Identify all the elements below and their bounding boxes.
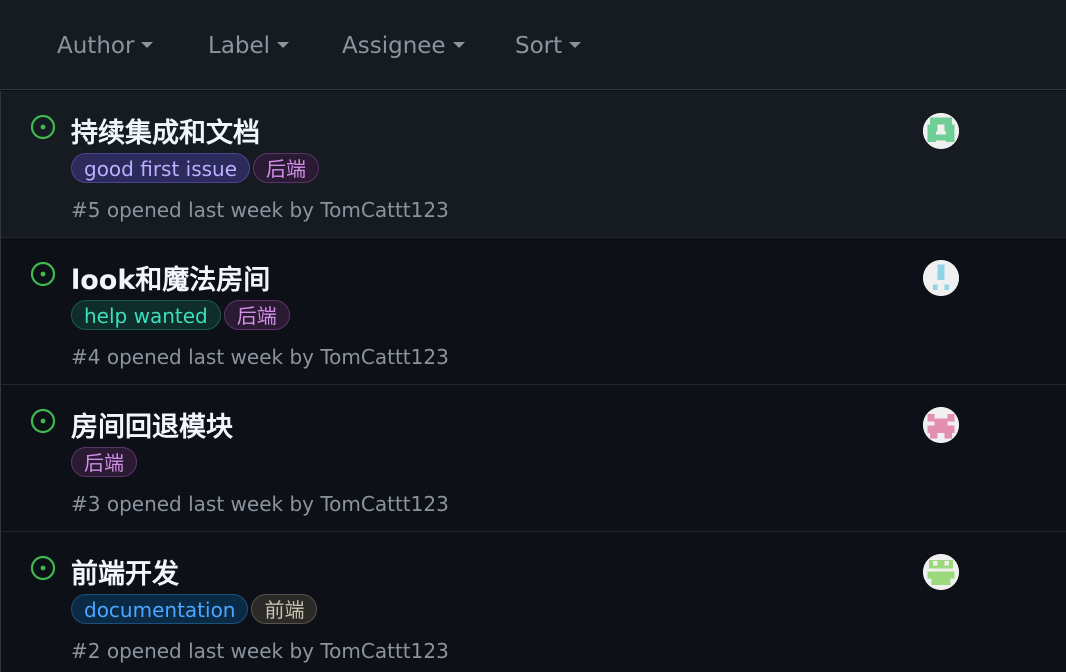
label-good-first-issue[interactable]: good first issue: [71, 153, 251, 183]
issues-page: Author Label Assignee Sort 持续集成和文档 good …: [0, 0, 1066, 672]
issue-number: #4: [71, 345, 101, 369]
label-filter-dropdown[interactable]: Label: [208, 30, 290, 62]
issue-opened-icon: [30, 555, 56, 581]
assignee-filter-dropdown[interactable]: Assignee: [342, 30, 465, 62]
issues-filter-toolbar: Author Label Assignee Sort: [0, 0, 1066, 90]
label-backend[interactable]: 后端: [223, 300, 290, 330]
issue-number: #5: [71, 198, 101, 222]
issue-labels: good first issue 后端: [71, 153, 322, 183]
issue-row[interactable]: 持续集成和文档 good first issue 后端 #5 opened las…: [0, 91, 1066, 238]
issue-meta: #3 opened last week by TomCattt123: [71, 492, 449, 516]
issue-list: 持续集成和文档 good first issue 后端 #5 opened las…: [0, 91, 1066, 672]
sort-dropdown[interactable]: Sort: [515, 30, 582, 62]
avatar-identicon-pink[interactable]: [923, 407, 959, 443]
avatar-identicon-lightgreen[interactable]: [923, 554, 959, 590]
issue-number: #2: [71, 639, 101, 663]
issue-opened-icon: [30, 261, 56, 287]
issue-meta: #2 opened last week by TomCattt123: [71, 639, 449, 663]
issue-labels: 后端: [71, 447, 140, 477]
avatar-identicon-green[interactable]: [923, 113, 959, 149]
issue-title-link[interactable]: look和魔法房间: [71, 258, 270, 297]
label-frontend[interactable]: 前端: [251, 594, 318, 624]
author-filter-dropdown[interactable]: Author: [57, 30, 154, 62]
issue-title-link[interactable]: 房间回退模块: [71, 405, 233, 444]
chevron-down-icon: [452, 41, 465, 48]
issue-title-link[interactable]: 持续集成和文档: [71, 111, 260, 150]
issue-labels: help wanted 后端: [71, 300, 293, 330]
chevron-down-icon: [569, 41, 582, 48]
issue-opened-text: opened last week by: [106, 492, 314, 516]
label-help-wanted[interactable]: help wanted: [71, 300, 221, 330]
avatar-identicon-lightblue[interactable]: [923, 260, 959, 296]
issue-row[interactable]: 房间回退模块 后端 #3 opened last week by TomCatt…: [0, 385, 1066, 532]
chevron-down-icon: [277, 41, 290, 48]
issue-row[interactable]: look和魔法房间 help wanted 后端 #4 opened last w…: [0, 238, 1066, 385]
issue-number: #3: [71, 492, 101, 516]
label-backend[interactable]: 后端: [253, 153, 320, 183]
label-filter-label: Label: [208, 33, 271, 59]
issue-meta: #5 opened last week by TomCattt123: [71, 198, 449, 222]
chevron-down-icon: [141, 41, 154, 48]
issue-opened-icon: [30, 114, 56, 140]
sort-label: Sort: [515, 33, 563, 59]
author-filter-label: Author: [57, 33, 135, 59]
issue-author-link[interactable]: TomCattt123: [320, 198, 448, 222]
issue-author-link[interactable]: TomCattt123: [320, 345, 448, 369]
issue-row[interactable]: 前端开发 documentation 前端 #2 opened last week…: [0, 532, 1066, 672]
label-backend[interactable]: 后端: [71, 447, 137, 477]
issue-opened-text: opened last week by: [106, 639, 314, 663]
issue-labels: documentation 前端: [71, 594, 320, 624]
issue-opened-text: opened last week by: [106, 198, 314, 222]
issue-title-link[interactable]: 前端开发: [71, 552, 179, 591]
label-documentation[interactable]: documentation: [71, 594, 249, 624]
issue-opened-icon: [30, 408, 56, 434]
issue-meta: #4 opened last week by TomCattt123: [71, 345, 449, 369]
issue-author-link[interactable]: TomCattt123: [320, 492, 448, 516]
assignee-filter-label: Assignee: [342, 33, 446, 59]
issue-opened-text: opened last week by: [106, 345, 314, 369]
issue-author-link[interactable]: TomCattt123: [320, 639, 448, 663]
